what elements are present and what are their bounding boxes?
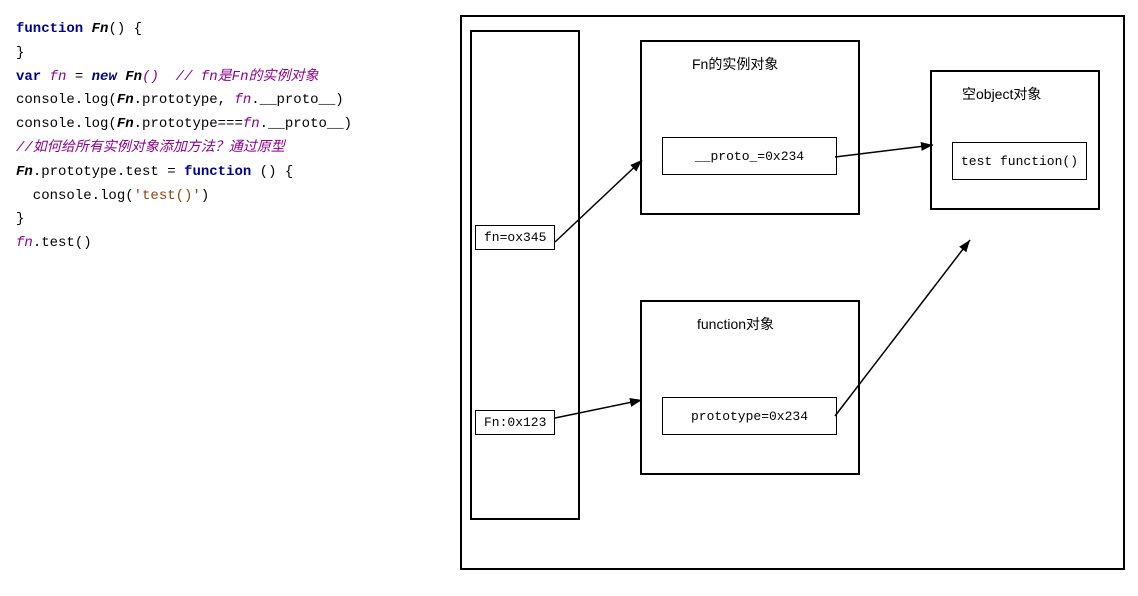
code-token: Fn bbox=[117, 116, 134, 132]
code-line-l11: } bbox=[16, 208, 434, 232]
test-box: test function() bbox=[952, 142, 1087, 180]
code-token: } bbox=[16, 211, 24, 227]
code-token: () { bbox=[108, 21, 142, 37]
code-line-l9: Fn.prototype.test = function () { bbox=[16, 161, 434, 185]
code-token: function bbox=[184, 164, 251, 180]
code-token: .prototype.test = bbox=[33, 164, 184, 180]
fn-label: fn=ox345 bbox=[475, 225, 555, 250]
code-token: fn bbox=[50, 69, 67, 85]
code-token: console.log( bbox=[16, 116, 117, 132]
code-token: //如何给所有实例对象添加方法？通过原型 bbox=[16, 140, 285, 156]
code-token: 'test()' bbox=[134, 188, 201, 204]
code-line-l1: function Fn() { bbox=[16, 18, 434, 42]
code-token: console.log( bbox=[16, 92, 117, 108]
code-token: .prototype=== bbox=[134, 116, 243, 132]
code-token: .test() bbox=[33, 235, 92, 251]
code-token: Fn bbox=[125, 69, 142, 85]
object-box: 空object对象 test function() bbox=[930, 70, 1100, 210]
code-token: Fn bbox=[117, 92, 134, 108]
function-box: function对象 prototype=0x234 bbox=[640, 300, 860, 475]
code-token: .__proto__) bbox=[251, 92, 343, 108]
code-token: fn bbox=[234, 92, 251, 108]
code-line-l5: console.log(Fn.prototype, fn.__proto__) bbox=[16, 89, 434, 113]
code-line-l4: var fn = new Fn() // fn是Fn的实例对象 bbox=[16, 66, 434, 90]
code-token: .__proto__) bbox=[260, 116, 352, 132]
code-token: Fn bbox=[16, 164, 33, 180]
code-line-l12: fn.test() bbox=[16, 232, 434, 256]
code-panel: function Fn() {}var fn = new Fn() // fn是… bbox=[0, 0, 450, 596]
code-token: function bbox=[16, 21, 92, 37]
left-inner-box bbox=[470, 30, 580, 520]
code-line-l8: //如何给所有实例对象添加方法？通过原型 bbox=[16, 137, 434, 161]
code-token: var bbox=[16, 69, 50, 85]
code-token: } bbox=[16, 45, 24, 61]
code-line-l3: } bbox=[16, 42, 434, 66]
proto-box: __proto_=0x234 bbox=[662, 137, 837, 175]
code-line-l6: console.log(Fn.prototype===fn.__proto__) bbox=[16, 113, 434, 137]
object-title: 空object对象 bbox=[962, 84, 1041, 104]
code-token: () { bbox=[251, 164, 293, 180]
code-token: .prototype, bbox=[134, 92, 235, 108]
instance-title: Fn的实例对象 bbox=[692, 54, 778, 74]
diagram-area: fn=ox345 Fn:0x123 Fn的实例对象 __proto_=0x234… bbox=[450, 10, 1130, 580]
code-token: ) bbox=[201, 188, 209, 204]
code-line-l10: console.log('test()') bbox=[16, 185, 434, 209]
code-token: = bbox=[66, 69, 91, 85]
code-token: fn bbox=[243, 116, 260, 132]
code-token: fn bbox=[16, 235, 33, 251]
fn-addr-label: Fn:0x123 bbox=[475, 410, 555, 435]
instance-box: Fn的实例对象 __proto_=0x234 bbox=[640, 40, 860, 215]
code-token: Fn bbox=[92, 21, 109, 37]
code-token: () // fn是Fn的实例对象 bbox=[142, 69, 318, 85]
code-token: new bbox=[92, 69, 126, 85]
function-title: function对象 bbox=[697, 314, 774, 334]
code-token: console.log( bbox=[16, 188, 134, 204]
prototype-box: prototype=0x234 bbox=[662, 397, 837, 435]
